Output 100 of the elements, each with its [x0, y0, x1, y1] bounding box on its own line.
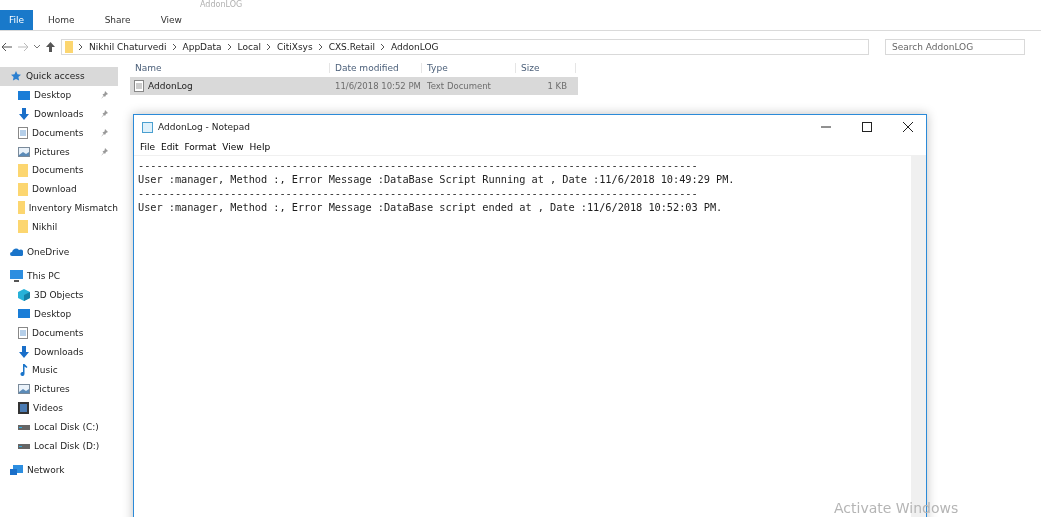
pin-icon	[101, 110, 108, 118]
sidebar-item[interactable]: Pictures	[0, 142, 118, 161]
sidebar-item[interactable]: Videos	[0, 398, 118, 418]
column-header[interactable]: Name	[130, 63, 330, 73]
sidebar-label: Downloads	[34, 346, 84, 357]
window-title: AddonLOG	[200, 0, 243, 10]
chevron-icon	[381, 44, 386, 50]
ribbon-tab[interactable]: Share	[89, 10, 146, 30]
sidebar-item[interactable]: Documents	[0, 161, 118, 180]
breadcrumb-item[interactable]: CXS.Retail	[328, 42, 376, 52]
chevron-icon	[172, 44, 177, 50]
text-line: -------------------------------------------------------------------------------------------	[138, 186, 699, 200]
sidebar-item[interactable]: Documents	[0, 123, 118, 143]
search-field[interactable]: Search AddonLOG	[885, 39, 1025, 55]
sidebar-label: Nikhil	[32, 221, 58, 232]
sidebar-item[interactable]: Local Disk (C:)	[0, 417, 118, 437]
drive-icon	[18, 442, 30, 449]
chevron-icon	[79, 44, 83, 50]
menu-item[interactable]: File	[137, 142, 159, 152]
pin-icon	[101, 91, 108, 100]
sidebar-item[interactable]: OneDrive	[0, 242, 118, 261]
sidebar-label: Inventory Mismatch	[28, 202, 118, 213]
menu-item[interactable]: View	[219, 142, 247, 152]
text-line: User :manager, Method :, Error Message :DataBase script ended at , Date :11/6/2018 10:52:03 PM.	[138, 200, 724, 214]
computer-icon	[10, 270, 23, 283]
date-cell-text: 11/6/2018 10:52 PM	[334, 81, 422, 91]
column-header[interactable]: Type	[422, 63, 516, 73]
chevron-icon	[318, 44, 323, 50]
text-file-icon	[134, 80, 144, 92]
dropdown-caret-icon[interactable]	[34, 45, 40, 49]
chevron-icon	[227, 44, 232, 50]
file-name: AddonLog	[148, 81, 193, 91]
sidebar-label: Network	[27, 465, 65, 476]
maximize-icon	[862, 122, 872, 132]
file-row[interactable]: AddonLog 11/6/2018 10:52 PM Text Document 1 KB	[130, 77, 578, 95]
music-note-icon	[18, 364, 28, 377]
down-arrow-icon	[18, 108, 30, 120]
size-cell-text: 1 KB	[546, 81, 568, 91]
sidebar-item[interactable]: Downloads	[0, 104, 118, 124]
sidebar-label: Music	[32, 365, 58, 376]
sidebar-item[interactable]: Inventory Mismatch	[0, 198, 118, 218]
up-arrow-icon[interactable]	[46, 42, 55, 52]
folder-icon	[18, 182, 28, 196]
notepad-icon	[142, 121, 153, 133]
address-bar[interactable]: Nikhil Chaturvedi AppData Local CitiXsys CXS.Retail AddonLOG	[61, 39, 869, 55]
sidebar-item[interactable]: Music	[0, 360, 118, 380]
menu-item[interactable]: Format	[181, 142, 220, 152]
sidebar-label: Documents	[32, 165, 84, 176]
breadcrumb-item[interactable]: AppData	[182, 42, 222, 52]
cloud-icon	[10, 247, 23, 256]
column-header[interactable]: Size	[516, 63, 576, 73]
notepad-title: AddonLog - Notepad	[158, 122, 251, 132]
sidebar-item[interactable]: Quick access	[0, 67, 118, 86]
drive-icon	[18, 423, 30, 430]
type-cell-text: Text Document	[426, 81, 492, 91]
sidebar-item[interactable]: Download	[0, 179, 118, 199]
sidebar-item[interactable]: Documents	[0, 323, 118, 343]
sidebar-label: 3D Objects	[34, 290, 84, 301]
sidebar-item[interactable]: Desktop	[0, 85, 118, 105]
sidebar-label: Downloads	[34, 109, 84, 119]
network-icon	[10, 464, 23, 476]
sidebar-label: This PC	[27, 271, 60, 282]
menu-item[interactable]: Edit	[158, 142, 182, 152]
sidebar-item[interactable]: Downloads	[0, 342, 118, 361]
down-arrow-icon	[18, 345, 30, 358]
sidebar-item[interactable]: This PC	[0, 266, 118, 286]
ribbon-tab[interactable]: Home	[33, 10, 90, 30]
breadcrumb-item[interactable]: Local	[237, 42, 261, 52]
back-arrow-icon[interactable]	[2, 43, 12, 51]
document-icon	[18, 126, 28, 139]
column-header[interactable]: Date modified	[330, 63, 422, 73]
picture-icon	[18, 146, 30, 157]
ribbon-tab[interactable]: File	[0, 10, 34, 30]
folder-icon	[18, 163, 28, 177]
sidebar-label: Download	[32, 184, 77, 195]
pin-icon	[101, 147, 108, 156]
sidebar-label: Quick access	[26, 71, 85, 82]
breadcrumb-item[interactable]: CitiXsys	[276, 42, 313, 52]
sidebar-label: Desktop	[34, 308, 72, 319]
pin-icon	[101, 128, 108, 137]
sidebar-label: Desktop	[34, 90, 72, 101]
sidebar-item[interactable]: Nikhil	[0, 217, 118, 237]
close-icon	[903, 122, 913, 132]
sidebar-label: Videos	[33, 402, 63, 413]
ribbon-tab[interactable]: View	[145, 10, 197, 30]
breadcrumb-item[interactable]: Nikhil Chaturvedi	[89, 42, 167, 52]
sidebar-item[interactable]: 3D Objects	[0, 285, 118, 305]
sidebar-item[interactable]: Desktop	[0, 304, 118, 324]
document-icon	[18, 326, 28, 339]
folder-icon	[18, 220, 28, 234]
breadcrumb-item[interactable]: AddonLOG	[391, 42, 439, 52]
picture-icon	[18, 384, 30, 395]
menu-item[interactable]: Help	[246, 142, 274, 152]
film-icon	[18, 401, 29, 414]
sidebar-label: Pictures	[34, 146, 70, 157]
cube-icon	[18, 289, 30, 302]
sidebar-item[interactable]: Network	[0, 460, 118, 480]
sidebar-item[interactable]: Pictures	[0, 379, 118, 399]
sidebar-item[interactable]: Local Disk (D:)	[0, 436, 118, 455]
sidebar-label: Documents	[32, 327, 84, 338]
